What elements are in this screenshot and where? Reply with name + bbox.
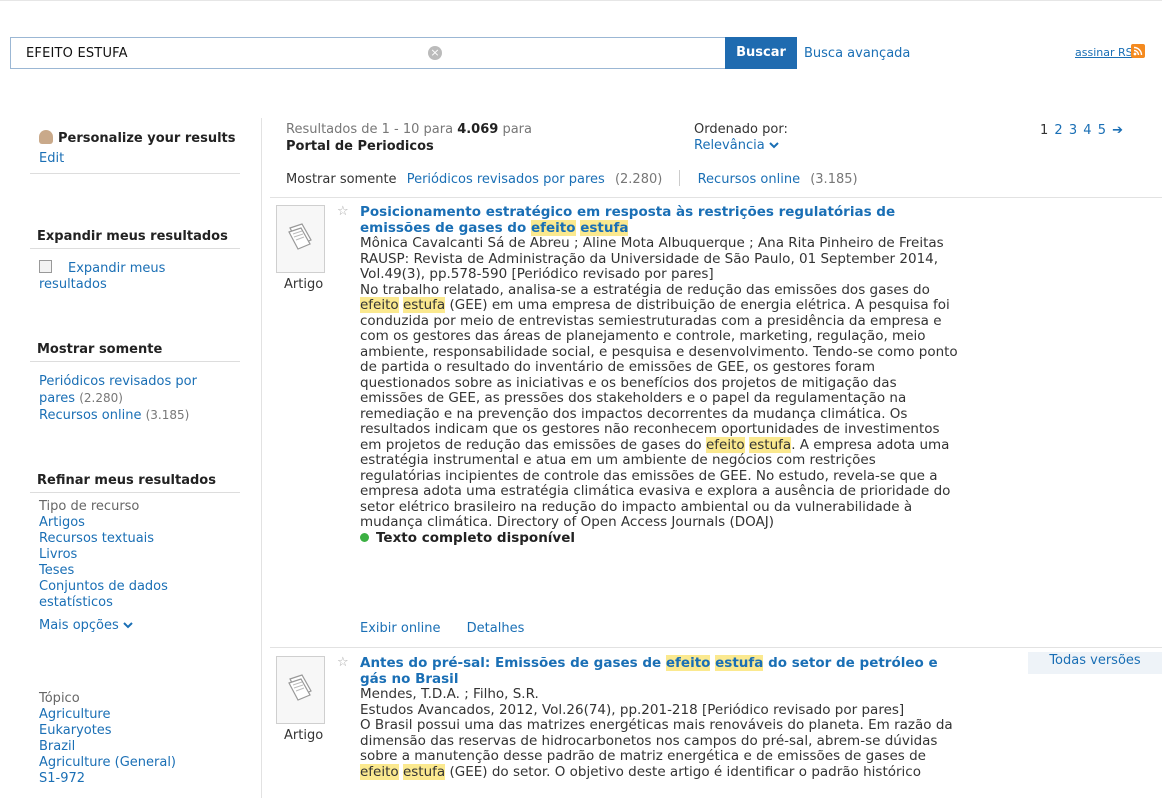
star-icon[interactable]: ☆ <box>337 204 349 219</box>
result-authors: Mônica Cavalcanti Sá de Abreu ; Aline Mo… <box>360 235 944 251</box>
availability-status: Texto completo disponível <box>360 530 960 547</box>
pagination: 1 2 3 4 5 ➔ <box>1040 123 1124 138</box>
filter-online-top[interactable]: Recursos online <box>698 172 800 187</box>
show-only-block: Mostrar somente Periódicos revisados por… <box>30 342 240 424</box>
topic-label: Tópico <box>39 691 80 706</box>
result-type: Artigo <box>284 277 324 292</box>
page-1[interactable]: 1 <box>1040 123 1049 138</box>
expand-block: Expandir meus resultados Expandir meus r… <box>30 229 240 293</box>
show-only-bar: Mostrar somente Periódicos revisados por… <box>286 170 858 187</box>
result-authors: Mendes, T.D.A. ; Filho, S.R. <box>360 686 539 702</box>
page-2[interactable]: 2 <box>1054 123 1063 138</box>
expand-heading: Expandir meus resultados <box>30 229 240 249</box>
chevron-down-icon <box>769 142 779 149</box>
topic-brazil[interactable]: Brazil <box>30 739 240 755</box>
sort-control[interactable]: Ordenado por: Relevância <box>694 122 788 154</box>
result-title[interactable]: Posicionamento estratégico em resposta à… <box>360 204 895 236</box>
expand-checkbox-row[interactable]: Expandir meus resultados <box>30 260 240 293</box>
article-thumbnail[interactable] <box>276 205 325 273</box>
topic-block: Tópico Agriculture Eukaryotes Brazil Agr… <box>30 691 240 787</box>
topic-agriculture[interactable]: Agriculture <box>30 707 240 723</box>
rss-link[interactable]: assinar RSS <box>1075 46 1140 59</box>
available-dot-icon <box>360 532 369 542</box>
view-online-link[interactable]: Exibir online <box>360 621 441 636</box>
results-total: 4.069 <box>457 122 499 137</box>
result-type: Artigo <box>284 728 324 743</box>
page-5[interactable]: 5 <box>1098 123 1107 138</box>
result-links: Exibir online Detalhes <box>360 621 546 636</box>
next-page-icon[interactable]: ➔ <box>1112 123 1124 138</box>
rss-icon[interactable] <box>1131 44 1145 58</box>
result-source: RAUSP: Revista de Administração da Unive… <box>360 250 939 282</box>
filter-peer-reviewed[interactable]: Periódicos revisados por <box>30 374 240 390</box>
results-summary: Resultados de 1 - 10 para 4.069 para Por… <box>286 122 532 154</box>
result-abstract: No trabalho relatado, analisa-se a estra… <box>360 281 958 530</box>
search-button[interactable]: Buscar <box>725 37 797 69</box>
topic-eukaryotes[interactable]: Eukaryotes <box>30 723 240 739</box>
article-thumbnail[interactable] <box>276 656 325 724</box>
facet-recursos-textuais[interactable]: Recursos textuais <box>30 531 240 547</box>
all-versions-link[interactable]: Todas versões <box>1028 652 1162 674</box>
personalize-heading[interactable]: Personalize your results <box>30 130 240 146</box>
chevron-down-icon <box>123 622 133 629</box>
resource-type-label: Tipo de recurso <box>39 499 140 514</box>
facet-artigos[interactable]: Artigos <box>30 515 240 531</box>
refine-block: Refinar meus resultados Tipo de recurso … <box>30 473 240 634</box>
expand-checkbox[interactable] <box>39 260 52 273</box>
topic-s1-972[interactable]: S1-972 <box>30 771 240 787</box>
filter-peer-reviewed-top[interactable]: Periódicos revisados por pares <box>407 172 605 187</box>
refine-heading: Refinar meus resultados <box>30 473 240 493</box>
person-icon <box>39 130 53 144</box>
facet-conjuntos[interactable]: Conjuntos de dados <box>30 579 240 595</box>
details-link[interactable]: Detalhes <box>467 621 525 636</box>
facet-teses[interactable]: Teses <box>30 563 240 579</box>
show-only-heading: Mostrar somente <box>30 342 240 362</box>
personalize-block: Personalize your results Edit <box>30 130 240 174</box>
filter-online-resources: Recursos online (3.185) <box>39 408 190 423</box>
document-icon <box>288 223 312 250</box>
star-icon[interactable]: ☆ <box>337 655 349 670</box>
personalize-edit-link[interactable]: Edit <box>30 151 240 167</box>
result-source: Estudos Avancados, 2012, Vol.26(74), pp.… <box>360 701 905 718</box>
result-abstract: O Brasil possui uma das matrizes energét… <box>360 717 953 780</box>
result-title[interactable]: Antes do pré-sal: Emissões de gases de e… <box>360 655 938 687</box>
search-query[interactable]: EFEITO ESTUFA <box>26 46 128 61</box>
more-options-link[interactable]: Mais opções <box>30 618 240 634</box>
clear-icon[interactable]: × <box>428 46 442 60</box>
column-divider <box>261 118 262 798</box>
topic-agriculture-general[interactable]: Agriculture (General) <box>30 755 240 771</box>
search-bar: EFEITO ESTUFA × Buscar Busca avançada as… <box>0 0 1162 91</box>
search-input[interactable]: EFEITO ESTUFA × Buscar <box>10 37 797 69</box>
document-icon <box>288 674 312 701</box>
page-4[interactable]: 4 <box>1083 123 1092 138</box>
facet-livros[interactable]: Livros <box>30 547 240 563</box>
advanced-search-link[interactable]: Busca avançada <box>804 46 910 61</box>
collection-name: Portal de Periodicos <box>286 139 434 154</box>
page-3[interactable]: 3 <box>1069 123 1078 138</box>
